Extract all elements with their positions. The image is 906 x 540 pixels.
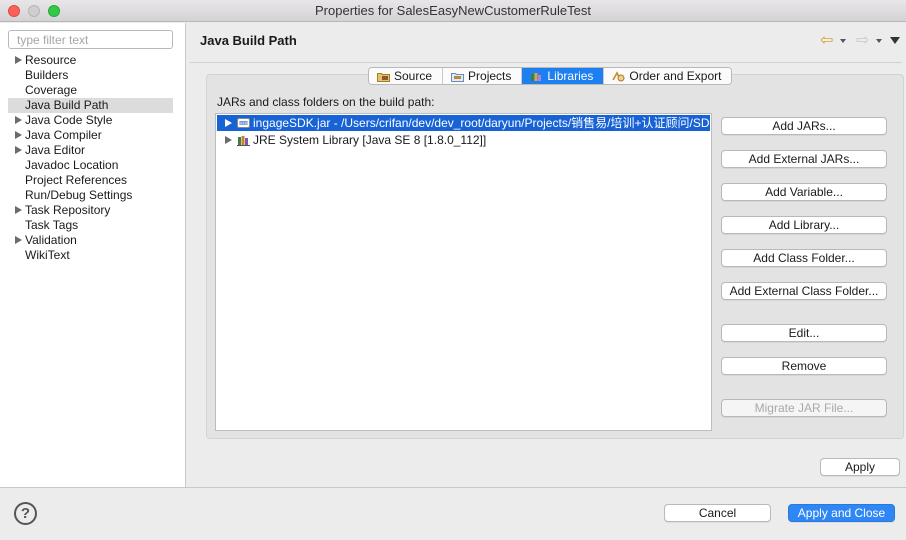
sidebar-item-label: Resource [25, 53, 77, 67]
tree-row-label: ingageSDK.jar - /Users/crifan/dev/dev_ro… [253, 116, 710, 130]
tab-order-and-export[interactable]: Order and Export [604, 68, 732, 84]
sidebar-item-validation[interactable]: Validation [0, 233, 185, 248]
page-title: Java Build Path [200, 33, 297, 48]
svg-text:010: 010 [240, 121, 248, 125]
sidebar-item-label: Run/Debug Settings [25, 188, 133, 202]
sidebar-item-label: Java Editor [25, 143, 86, 157]
sidebar-item-resource[interactable]: Resource [0, 53, 185, 68]
build-path-tabs: Source Projects Libraries Order and Expo… [368, 67, 733, 85]
help-icon[interactable]: ? [14, 502, 37, 525]
sidebar-item-wikitext[interactable]: WikiText [0, 248, 185, 263]
sidebar-item-task-repository[interactable]: Task Repository [0, 203, 185, 218]
tab-projects[interactable]: Projects [443, 68, 523, 84]
tab-label: Libraries [547, 69, 594, 83]
expand-arrow-icon[interactable] [15, 206, 22, 214]
add-jars-button[interactable]: Add JARs... [721, 117, 887, 135]
header-divider [190, 62, 902, 63]
expand-arrow-icon[interactable] [15, 236, 22, 244]
sidebar-item-label: Java Code Style [25, 113, 113, 127]
expand-arrow-icon[interactable] [15, 56, 22, 64]
sidebar-item-javadoc-location[interactable]: Javadoc Location [0, 158, 185, 173]
sidebar-item-label: WikiText [25, 248, 70, 262]
back-dropdown-icon[interactable] [840, 39, 846, 43]
cancel-button[interactable]: Cancel [664, 504, 771, 522]
title-bar: Properties for SalesEasyNewCustomerRuleT… [0, 0, 906, 22]
forward-dropdown-icon[interactable] [876, 39, 882, 43]
expand-arrow-icon[interactable] [15, 116, 22, 124]
sidebar-item-label: Validation [25, 233, 77, 247]
projects-icon [451, 72, 465, 82]
tab-source[interactable]: Source [369, 68, 444, 84]
sidebar-item-label: Javadoc Location [25, 158, 119, 172]
order-export-icon [612, 70, 625, 81]
libraries-panel: JARs and class folders on the build path… [206, 74, 904, 439]
apply-and-close-button[interactable]: Apply and Close [788, 504, 895, 522]
sidebar-item-java-build-path[interactable]: Java Build Path [8, 98, 173, 113]
sidebar-item-label: Coverage [25, 83, 78, 97]
forward-arrow-icon[interactable]: ⇨ [856, 33, 869, 49]
jar-icon: 010 [237, 118, 250, 128]
sidebar-item-label: Task Repository [25, 203, 111, 217]
expand-arrow-icon[interactable] [15, 131, 22, 139]
sidebar-item-label: Task Tags [25, 218, 79, 232]
tab-label: Projects [468, 69, 512, 83]
add-external-class-folder-button[interactable]: Add External Class Folder... [721, 282, 887, 300]
sidebar-item-label: Java Compiler [25, 128, 102, 142]
expand-arrow-icon[interactable] [15, 146, 22, 154]
add-class-folder-button[interactable]: Add Class Folder... [721, 249, 887, 267]
library-icon [237, 136, 250, 146]
sidebar-item-label: Builders [25, 68, 69, 82]
sidebar-item-task-tags[interactable]: Task Tags [0, 218, 185, 233]
libraries-icon [531, 72, 542, 81]
sidebar-item-builders[interactable]: Builders [0, 68, 185, 83]
back-arrow-icon[interactable]: ⇦ [820, 33, 833, 49]
add-library-button[interactable]: Add Library... [721, 216, 887, 234]
sidebar-nav: Resource Builders Coverage Java Build Pa… [0, 53, 185, 263]
sidebar-item-project-references[interactable]: Project References [0, 173, 185, 188]
expand-arrow-icon[interactable] [225, 136, 232, 144]
sidebar-item-label: Project References [25, 173, 128, 187]
tab-libraries[interactable]: Libraries [522, 68, 605, 84]
main-panel: Java Build Path ⇦ ⇨ JARs and class folde… [186, 23, 906, 487]
sidebar-item-coverage[interactable]: Coverage [0, 83, 185, 98]
sidebar-item-java-editor[interactable]: Java Editor [0, 143, 185, 158]
migrate-jar-button: Migrate JAR File... [721, 399, 887, 417]
sidebar-item-java-code-style[interactable]: Java Code Style [0, 113, 185, 128]
tab-label: Source [394, 69, 433, 83]
sidebar-item-java-compiler[interactable]: Java Compiler [0, 128, 185, 143]
tree-row-jre-system-library[interactable]: JRE System Library [Java SE 8 [1.8.0_112… [217, 132, 710, 148]
sidebar-item-label: Java Build Path [25, 98, 109, 112]
remove-button[interactable]: Remove [721, 357, 887, 375]
source-folder-icon [377, 72, 390, 82]
dialog-footer: ? Cancel Apply and Close [0, 487, 906, 540]
libraries-label: JARs and class folders on the build path… [217, 95, 435, 109]
window-title: Properties for SalesEasyNewCustomerRuleT… [315, 3, 591, 18]
add-external-jars-button[interactable]: Add External JARs... [721, 150, 887, 168]
filter-input[interactable] [8, 30, 173, 49]
add-variable-button[interactable]: Add Variable... [721, 183, 887, 201]
edit-button[interactable]: Edit... [721, 324, 887, 342]
build-path-tree[interactable]: 010 ingageSDK.jar - /Users/crifan/dev/de… [215, 113, 712, 431]
sidebar-item-run-debug-settings[interactable]: Run/Debug Settings [0, 188, 185, 203]
sidebar: Resource Builders Coverage Java Build Pa… [0, 23, 186, 487]
expand-arrow-icon[interactable] [225, 119, 232, 127]
tab-label: Order and Export [629, 69, 722, 83]
view-menu-icon[interactable] [890, 37, 900, 44]
tree-row-label: JRE System Library [Java SE 8 [1.8.0_112… [253, 133, 487, 147]
tree-row-ingagesdk-jar[interactable]: 010 ingageSDK.jar - /Users/crifan/dev/de… [217, 115, 710, 131]
apply-button[interactable]: Apply [820, 458, 900, 476]
page-navigation: ⇦ ⇨ [820, 33, 900, 51]
